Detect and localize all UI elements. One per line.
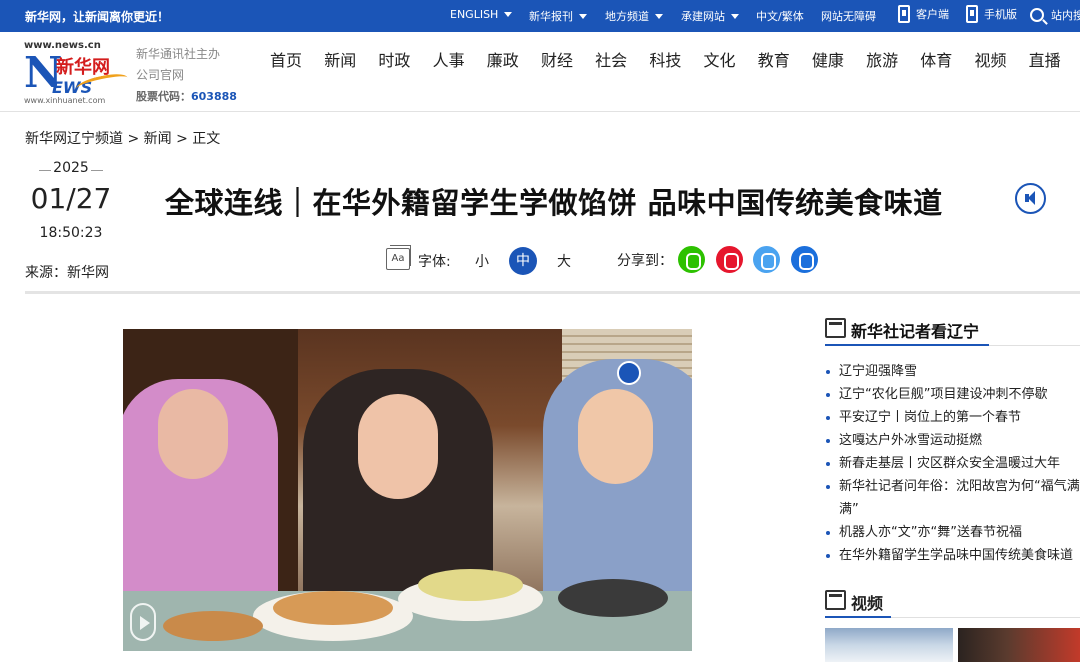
article-title: 全球连线｜在华外籍留学生学做馅饼 品味中国传统美食味道 [165,186,943,220]
site-slogan: 新华网，让新闻离你更近！ [25,10,170,24]
nav-sports[interactable]: 体育 [920,52,974,70]
section-underline [825,616,891,618]
menu-built-sites[interactable]: 承建网站 [681,8,739,24]
nav-news[interactable]: 新闻 [324,52,378,70]
sidebar-news-item[interactable]: 辽宁迎强降雪 [825,360,1080,383]
sidebar-news-item[interactable]: 辽宁“农化巨舰”项目建设冲刺不停歇 [825,383,1080,406]
menu-local-channels[interactable]: 地方频道 [605,8,663,24]
publish-year: 2025 [25,160,117,176]
book-icon [825,590,846,610]
publish-date: 2025 01/27 18:50:23 [25,160,117,241]
nav-finance[interactable]: 财经 [541,52,595,70]
sidebar-video-header: 视频 [825,588,1080,618]
xinhuanet-logo[interactable]: www.news.cn N 新华网 EWS www.xinhuanet.com [24,40,129,105]
sidebar-video-title[interactable]: 视频 [851,590,883,614]
stock-label: 股票代码： [136,90,191,103]
play-icon[interactable] [130,603,156,641]
font-large-button[interactable]: 大 [557,251,571,271]
video-food-fries [273,591,393,625]
font-medium-button[interactable]: 中 [509,247,537,275]
nav-personnel[interactable]: 人事 [433,52,487,70]
nav-society[interactable]: 社会 [595,52,649,70]
mobile-site-link[interactable]: 手机版 [966,5,1017,23]
chevron-down-icon [504,12,513,17]
article-source: 来源：新华网 [25,265,109,281]
menu-english-label: ENGLISH [450,8,499,21]
tablet-icon [898,5,910,23]
top-bar: 新华网，让新闻离你更近！ ENGLISH 新华报刊 地方频道 承建网站 中文/繁… [0,0,1080,32]
menu-newspapers-label: 新华报刊 [529,10,573,23]
sidebar-news-item[interactable]: 这嘎达户外冰雪运动挺燃 [825,429,1080,452]
share-label: 分享到： [617,253,673,269]
title-divider [25,291,1080,294]
sidebar-news-item[interactable]: 机器人亦“文”亦“舞”送春节祝福 [825,521,1080,544]
publish-month-day: 01/27 [30,182,112,215]
sidebar-news-item[interactable]: 平安辽宁丨岗位上的第一个春节 [825,406,1080,429]
book-icon [825,318,846,338]
nav-live[interactable]: 直播 [1029,52,1080,70]
nav-integrity[interactable]: 廉政 [487,52,541,70]
stock-number[interactable]: 603888 [191,90,237,103]
font-small-button[interactable]: 小 [475,251,489,271]
video-food-pie [163,611,263,641]
nav-home[interactable]: 首页 [270,52,324,70]
sponsor-line: 新华通讯社主办 [136,47,221,61]
section-underline [825,344,989,346]
font-size-icon: Aa [386,245,411,270]
language-toggle[interactable]: 中文/繁体 [756,8,804,24]
nav-education[interactable]: 教育 [758,52,812,70]
sidebar-news-item[interactable]: 新春走基层丨灾区群众安全温暖过大年 [825,452,1080,475]
nav-politics[interactable]: 时政 [378,52,432,70]
site-header: www.news.cn N 新华网 EWS www.xinhuanet.com … [0,32,1080,112]
sidebar-section-title[interactable]: 新华社记者看辽宁 [851,318,979,342]
article-video[interactable] [123,329,692,651]
font-size-label: 字体: [418,254,451,270]
publish-time: 18:50:23 [39,225,103,241]
client-app-link[interactable]: 客户端 [898,5,949,23]
video-bowl [558,579,668,617]
menu-newspapers[interactable]: 新华报刊 [529,8,587,24]
mobile-label: 手机版 [984,8,1017,21]
breadcrumb[interactable]: 新华网辽宁频道 > 新闻 > 正文 [25,128,220,148]
video-food-noodles [418,569,523,601]
menu-built-label: 承建网站 [681,10,725,23]
client-label: 客户端 [916,8,949,21]
video-face [158,389,228,479]
search-icon [1030,8,1044,22]
mobile-share-icon[interactable] [791,246,818,273]
speaker-icon[interactable] [1015,183,1046,214]
weibo-share-icon[interactable] [716,246,743,273]
nav-travel[interactable]: 旅游 [866,52,920,70]
sidebar-news-item[interactable]: 新华社记者问年俗：沈阳故宫为何“福气满满” [825,475,1080,521]
nav-tech[interactable]: 科技 [649,52,703,70]
logo-domain-text: www.xinhuanet.com [24,96,106,105]
sidebar-section-header: 新华社记者看辽宁 [825,316,1080,346]
sidebar-news-list: 辽宁迎强降雪 辽宁“农化巨舰”项目建设冲刺不停歇 平安辽宁丨岗位上的第一个春节 … [825,360,1080,567]
chevron-down-icon [579,13,587,19]
phone-icon [966,5,978,23]
sponsor-info: 新华通讯社主办 公司官网 股票代码：603888 [136,44,237,107]
sidebar-news-item[interactable]: 在华外籍留学生学品味中国传统美食味道 [825,544,1080,567]
stock-code: 股票代码：603888 [136,86,237,107]
search-label: 站内搜 [1051,9,1080,22]
site-search-button[interactable]: 站内搜 [1030,7,1080,23]
accessibility-link[interactable]: 网站无障碍 [821,8,876,24]
wechat-share-icon[interactable] [678,246,705,273]
video-watermark-logo [617,361,641,385]
official-site-line: 公司官网 [136,68,185,82]
video-thumbnail[interactable] [958,628,1080,662]
nav-health[interactable]: 健康 [812,52,866,70]
chevron-down-icon [731,13,739,19]
video-face [358,394,438,499]
nav-video[interactable]: 视频 [974,52,1028,70]
chevron-down-icon [655,13,663,19]
main-nav: 首页 新闻 时政 人事 廉政 财经 社会 科技 文化 教育 健康 旅游 体育 视… [270,52,1080,70]
menu-english[interactable]: ENGLISH [450,8,513,21]
video-face [578,389,653,484]
link-share-icon[interactable] [753,246,780,273]
video-thumbnail[interactable] [825,628,953,662]
nav-culture[interactable]: 文化 [704,52,758,70]
menu-local-label: 地方频道 [605,10,649,23]
